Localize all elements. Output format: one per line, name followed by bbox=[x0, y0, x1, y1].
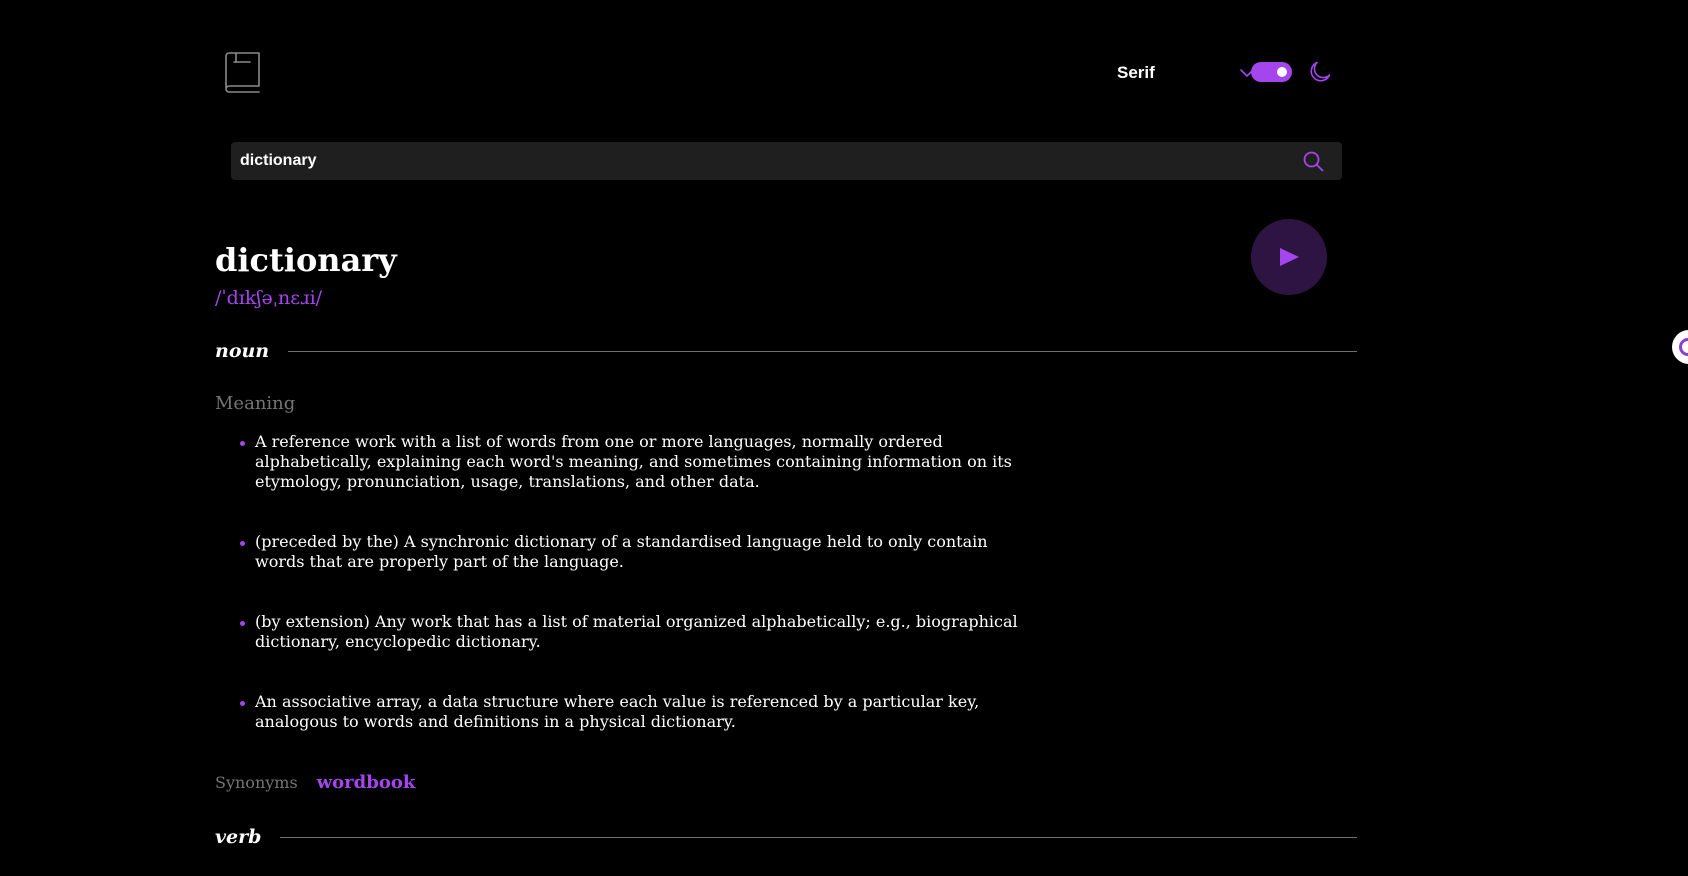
verb-heading-row: verb bbox=[215, 822, 1357, 852]
search-bar bbox=[231, 142, 1342, 180]
search-input[interactable] bbox=[240, 142, 1280, 180]
divider bbox=[280, 836, 1357, 838]
theme-toggle-knob bbox=[1277, 67, 1287, 77]
ring-icon bbox=[1679, 338, 1688, 356]
synonyms-label: Synonyms bbox=[215, 773, 298, 792]
dictionary-app: Serif dictionary /ˈdɪkʃəˌnɛɹi/ noun Mean… bbox=[0, 0, 1688, 876]
definition-list: A reference work with a list of words fr… bbox=[240, 432, 1040, 772]
definition-item: A reference work with a list of words fr… bbox=[240, 432, 1040, 492]
synonym-link[interactable]: wordbook bbox=[317, 772, 416, 793]
part-of-speech-noun: noun bbox=[215, 340, 270, 362]
definition-item: (by extension) Any work that has a list … bbox=[240, 612, 1040, 652]
moon-icon bbox=[1310, 61, 1331, 82]
part-of-speech-verb: verb bbox=[215, 826, 262, 848]
font-selector-label: Serif bbox=[1117, 63, 1155, 82]
play-icon bbox=[1280, 248, 1299, 266]
synonyms-row: Synonyms wordbook bbox=[215, 772, 415, 793]
search-icon[interactable] bbox=[1303, 151, 1324, 172]
meaning-label: Meaning bbox=[215, 393, 296, 414]
theme-toggle[interactable] bbox=[1251, 62, 1292, 82]
side-widget-button[interactable] bbox=[1672, 330, 1688, 364]
play-audio-button[interactable] bbox=[1251, 219, 1327, 295]
book-icon[interactable] bbox=[224, 52, 262, 94]
word-title: dictionary bbox=[215, 241, 397, 279]
divider bbox=[288, 350, 1357, 352]
definition-item: (preceded by the) A synchronic dictionar… bbox=[240, 532, 1040, 572]
definition-item: An associative array, a data structure w… bbox=[240, 692, 1040, 732]
font-selector[interactable]: Serif bbox=[1117, 60, 1257, 86]
noun-heading-row: noun bbox=[215, 336, 1357, 366]
phonetic-text: /ˈdɪkʃəˌnɛɹi/ bbox=[215, 287, 323, 309]
